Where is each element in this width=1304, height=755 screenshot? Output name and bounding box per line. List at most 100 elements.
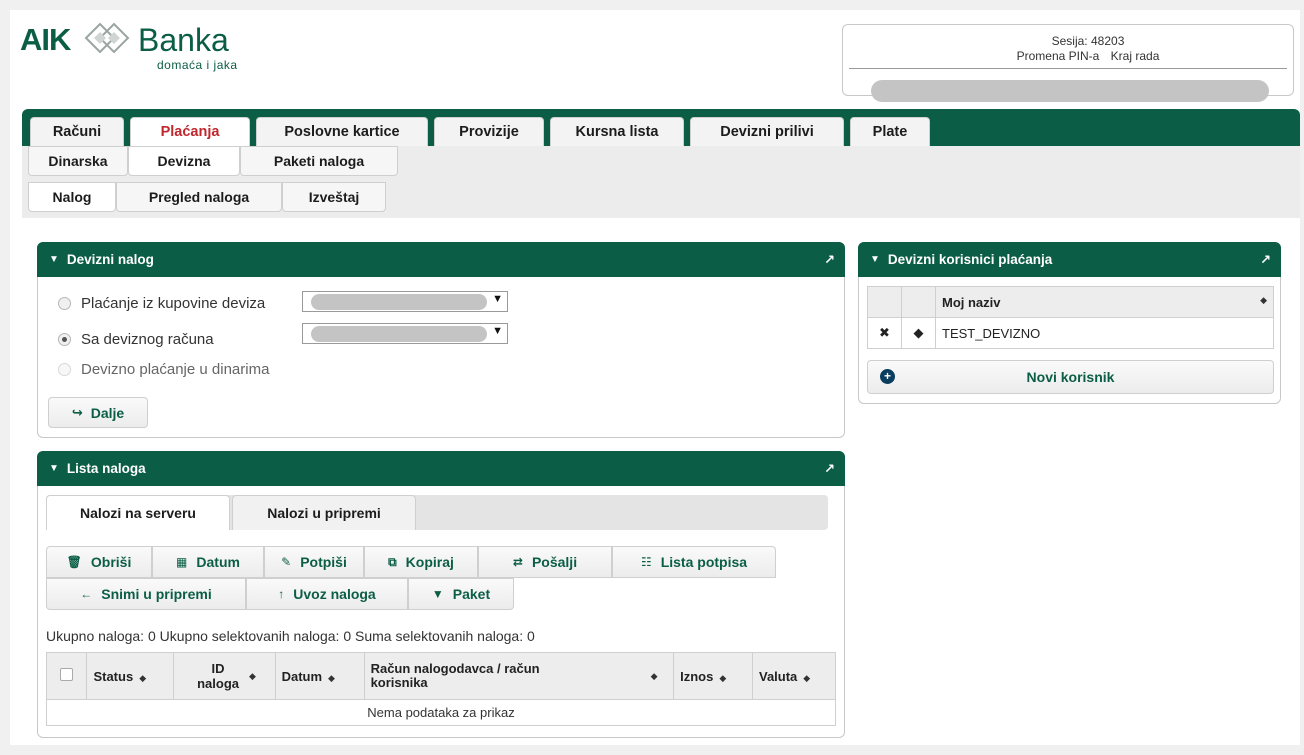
expand-arrow-icon[interactable]: ↗ bbox=[1260, 252, 1271, 268]
column-datum[interactable]: Datum ◆ bbox=[274, 652, 365, 700]
paket-button[interactable]: ▼ Paket bbox=[408, 578, 514, 610]
option-devizno-u-dinarima[interactable]: Devizno plaćanje u dinarima bbox=[58, 359, 269, 379]
redacted-user-info bbox=[871, 80, 1269, 102]
lista-naloga-header[interactable]: ▼ Lista naloga ↗ bbox=[37, 451, 845, 486]
dropdown-arrow-icon: ▼ bbox=[492, 293, 503, 305]
column-valuta[interactable]: Valuta ◆ bbox=[751, 652, 837, 700]
subtab-paketi-naloga[interactable]: Paketi naloga bbox=[240, 146, 398, 176]
lista-potpisa-button[interactable]: ☷ Lista potpisa bbox=[612, 546, 776, 578]
potpisi-button[interactable]: ✎ Potpiši bbox=[264, 546, 364, 578]
session-links: Promena PIN-a Kraj rada bbox=[843, 49, 1293, 63]
tab-nalozi-na-serveru[interactable]: Nalozi na serveru bbox=[46, 495, 230, 530]
posalji-button[interactable]: ⇄ Pošalji bbox=[478, 546, 612, 578]
collapse-triangle-icon[interactable]: ▼ bbox=[49, 254, 59, 265]
bank-logo[interactable]: AIK Banka domaća i jaka bbox=[20, 16, 280, 76]
radio-devizni-racun[interactable] bbox=[58, 332, 71, 346]
tab-poslovne-kartice[interactable]: Poslovne kartice bbox=[256, 117, 428, 146]
subtab-pregled-naloga[interactable]: Pregled naloga bbox=[116, 182, 282, 212]
logo-tagline: domaća i jaka bbox=[157, 58, 238, 72]
devizni-racun-select[interactable]: ▼ bbox=[302, 323, 508, 344]
korisnici-header[interactable]: ▼ Devizni korisnici plaćanja ↗ bbox=[858, 242, 1281, 277]
select-all-checkbox[interactable] bbox=[60, 668, 74, 681]
delete-x-icon[interactable]: ✖ bbox=[879, 325, 890, 340]
tab-plate[interactable]: Plate bbox=[850, 117, 930, 146]
obrisi-button[interactable]: 🗑 Obriši bbox=[46, 546, 152, 578]
devizni-nalog-panel: ▼ Devizni nalog ↗ Plaćanje iz kupovine d… bbox=[37, 242, 845, 438]
session-divider bbox=[849, 68, 1287, 69]
tab-racuni[interactable]: Računi bbox=[30, 117, 124, 146]
radio-devizno-u-dinarima[interactable] bbox=[58, 362, 71, 376]
subtab-devizna[interactable]: Devizna bbox=[128, 146, 240, 176]
novi-korisnik-button[interactable]: + Novi korisnik bbox=[867, 360, 1274, 394]
datum-label: Datum bbox=[196, 554, 240, 570]
snimi-u-pripremi-button[interactable]: ← Snimi u pripremi bbox=[46, 578, 246, 610]
subtab-nalog[interactable]: Nalog bbox=[28, 182, 116, 212]
change-pin-link[interactable]: Promena PIN-a bbox=[1017, 49, 1100, 63]
sort-icon: ◆ bbox=[328, 672, 335, 683]
table-row: Nema podataka za prikaz bbox=[46, 699, 836, 726]
delete-cell: ✖ bbox=[867, 317, 902, 349]
uvoz-naloga-button[interactable]: ↑ Uvoz naloga bbox=[246, 578, 408, 610]
lista-naloga-tabs: Nalozi na serveru Nalozi u pripremi bbox=[46, 495, 828, 530]
lista-naloga-panel: ▼ Lista naloga ↗ Nalozi na serveru Naloz… bbox=[37, 451, 845, 738]
uvoz-naloga-label: Uvoz naloga bbox=[293, 586, 376, 602]
column-status[interactable]: Status ◆ bbox=[86, 652, 175, 700]
column-id-naloga-label: ID naloga bbox=[197, 661, 239, 691]
column-status-label: Status bbox=[93, 668, 134, 684]
subtab-izvestaj[interactable]: Izveštaj bbox=[282, 182, 386, 212]
expand-arrow-icon[interactable]: ↗ bbox=[824, 252, 835, 268]
logout-link[interactable]: Kraj rada bbox=[1111, 49, 1160, 63]
tab-devizni-prilivi[interactable]: Devizni prilivi bbox=[690, 117, 844, 146]
tag-icon[interactable]: ◆ bbox=[914, 325, 924, 340]
korisnik-name: TEST_DEVIZNO bbox=[935, 317, 1274, 349]
kopiraj-button[interactable]: ⧉ Kopiraj bbox=[364, 546, 478, 578]
sort-icon: ◆ bbox=[139, 672, 147, 683]
column-racun[interactable]: Račun nalogodavca / račun korisnika ◆ bbox=[363, 652, 675, 700]
expand-arrow-icon[interactable]: ↗ bbox=[824, 461, 835, 477]
session-info: Sesija: 48203 bbox=[843, 34, 1293, 48]
logo-banka-text: Banka bbox=[138, 22, 229, 58]
column-valuta-label: Valuta bbox=[758, 668, 798, 684]
table-row[interactable]: ✖ ◆ TEST_DEVIZNO bbox=[867, 317, 1274, 349]
radio-kupovina-deviza[interactable] bbox=[58, 296, 71, 310]
copy-icon: ⧉ bbox=[388, 554, 397, 569]
column-iznos-label: Iznos bbox=[680, 668, 714, 684]
nalozi-table: Status ◆ ID naloga ◆ Datum ◆ Račun nalogoda… bbox=[45, 652, 837, 726]
calendar-icon: ▦ bbox=[176, 555, 188, 569]
datum-button[interactable]: ▦ Datum bbox=[152, 546, 264, 578]
subtab-dinarska[interactable]: Dinarska bbox=[28, 146, 128, 176]
session-number: 48203 bbox=[1091, 34, 1125, 48]
main-navigation: Računi Plaćanja Poslovne kartice Provizi… bbox=[22, 109, 1300, 146]
tab-placanja[interactable]: Plaćanja bbox=[130, 117, 250, 146]
posalji-label: Pošalji bbox=[531, 554, 578, 570]
option-devizni-racun[interactable]: Sa deviznog računa bbox=[58, 329, 214, 349]
sort-icon: ◆ bbox=[1260, 294, 1267, 305]
sort-icon: ◆ bbox=[249, 671, 256, 682]
column-moj-naziv[interactable]: Moj naziv ◆ bbox=[935, 286, 1274, 318]
arrow-left-icon: ← bbox=[80, 587, 93, 601]
option-kupovina-deviza[interactable]: Plaćanje iz kupovine deviza bbox=[58, 293, 265, 313]
kupovina-deviza-select[interactable]: ▼ bbox=[302, 291, 508, 312]
logo-mark-icon bbox=[84, 22, 130, 54]
dalje-button[interactable]: ↪ Dalje bbox=[48, 397, 148, 428]
devizni-nalog-header[interactable]: ▼ Devizni nalog ↗ bbox=[37, 242, 845, 277]
chevron-down-icon: ▼ bbox=[431, 587, 444, 601]
sort-icon: ◆ bbox=[719, 672, 727, 683]
lista-potpisa-label: Lista potpisa bbox=[660, 554, 748, 570]
snimi-u-pripremi-label: Snimi u pripremi bbox=[101, 586, 212, 602]
action-column-2 bbox=[901, 286, 936, 318]
column-id-naloga[interactable]: ID naloga ◆ bbox=[173, 652, 276, 700]
column-iznos[interactable]: Iznos ◆ bbox=[673, 652, 753, 700]
tab-kursna-lista[interactable]: Kursna lista bbox=[550, 117, 684, 146]
collapse-triangle-icon[interactable]: ▼ bbox=[49, 463, 59, 474]
column-datum-label: Datum bbox=[281, 668, 323, 684]
summary-text: Ukupno naloga: 0 Ukupno selektovanih nal… bbox=[46, 628, 535, 644]
collapse-triangle-icon[interactable]: ▼ bbox=[870, 254, 880, 265]
dropdown-arrow-icon: ▼ bbox=[492, 325, 503, 337]
paket-label: Paket bbox=[452, 586, 491, 602]
obrisi-label: Obriši bbox=[90, 554, 132, 570]
tab-nalozi-u-pripremi[interactable]: Nalozi u pripremi bbox=[232, 495, 416, 530]
tab-provizije[interactable]: Provizije bbox=[434, 117, 544, 146]
redacted-account bbox=[311, 294, 487, 310]
session-box: Sesija: 48203 Promena PIN-a Kraj rada bbox=[842, 24, 1294, 102]
